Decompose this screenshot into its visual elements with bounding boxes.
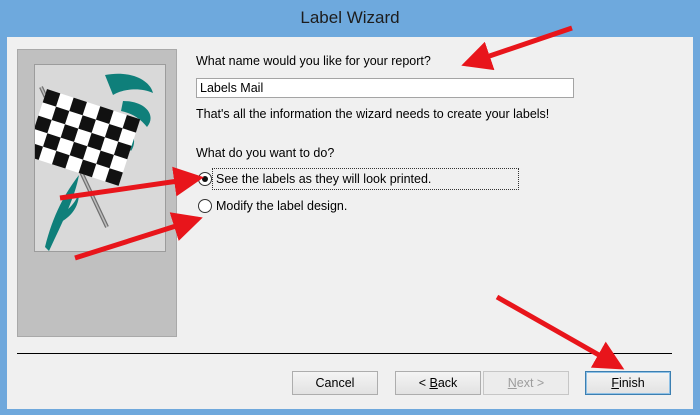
option-modify[interactable]: Modify the label design. [198, 196, 347, 216]
finish-button[interactable]: Finish [585, 371, 671, 395]
preview-radio[interactable] [198, 172, 212, 186]
next-accelerator: N [507, 376, 517, 390]
preview-radio-label: See the labels as they will look printed… [216, 172, 432, 186]
back-accelerator: B [429, 376, 438, 390]
back-button[interactable]: < Back [395, 371, 481, 395]
wizard-side-panel [17, 49, 177, 337]
window-title: Label Wizard [300, 8, 400, 27]
wizard-client-area: What name would you like for your report… [7, 37, 693, 409]
wizard-picture [34, 64, 166, 252]
report-name-question: What name would you like for your report… [196, 54, 431, 68]
report-name-input[interactable] [196, 78, 574, 98]
wizard-info-text: That's all the information the wizard ne… [196, 107, 550, 121]
modify-radio[interactable] [198, 199, 212, 213]
back-prefix: < [418, 376, 430, 390]
next-rest: ext > [516, 376, 545, 390]
checkered-flag-icon [35, 73, 153, 251]
finish-rest: inish [618, 376, 645, 390]
title-bar: Label Wizard [0, 0, 700, 37]
action-question: What do you want to do? [196, 146, 335, 160]
next-button: Next > [483, 371, 569, 395]
label-wizard-window: Label Wizard What name would you like fo… [0, 0, 700, 415]
cancel-button[interactable]: Cancel [292, 371, 378, 395]
modify-radio-label: Modify the label design. [216, 199, 348, 213]
button-separator [17, 353, 672, 354]
option-preview[interactable]: See the labels as they will look printed… [198, 169, 431, 189]
back-rest: ack [437, 376, 458, 390]
finish-accelerator: F [611, 376, 619, 390]
